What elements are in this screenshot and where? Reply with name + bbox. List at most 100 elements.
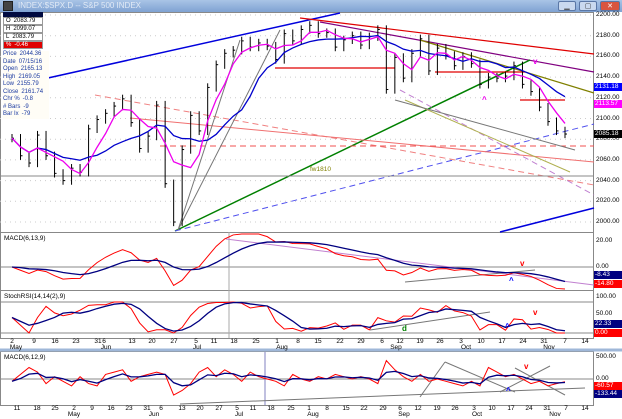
- macd2-value-badge: -60.57: [594, 382, 622, 390]
- x-tick-day: 12: [414, 405, 422, 412]
- macd-buy-marker: ^: [509, 276, 514, 285]
- price-tick: 2060.00: [596, 155, 620, 163]
- macd2-panel-title: MACD(6,12,9): [4, 354, 46, 361]
- x-tick-month: Jun: [148, 411, 160, 418]
- x-tick-day: 22: [336, 338, 344, 345]
- detail-row: Date 07/15/16: [3, 59, 49, 67]
- x-tick-month: Jun: [100, 344, 112, 351]
- x-tick-day: 8: [325, 405, 329, 412]
- x-tick-month: Sep: [398, 411, 410, 418]
- detail-row: Close 2161.74: [3, 89, 49, 97]
- gray-fan-line-2: [177, 29, 281, 231]
- detail-value: 2161.74: [21, 88, 44, 95]
- x-tick-day: 25: [51, 405, 59, 412]
- x-tick-day: 23: [125, 405, 133, 412]
- x-tick-day: 25: [252, 338, 260, 345]
- x-tick-day: 19: [433, 405, 441, 412]
- high-value: 2099.07: [13, 26, 36, 32]
- sell-marker: v: [533, 57, 538, 66]
- stoch-d-badge: 22.33: [594, 320, 622, 328]
- panel-frames: [0, 12, 622, 406]
- ma-short-badge: 2113.57: [594, 100, 622, 108]
- detail-row: Chr % -0.8: [3, 96, 49, 104]
- price-badge: 2085.18: [594, 130, 622, 138]
- macd-support-line: [404, 269, 536, 283]
- pink-dashed-line: [94, 94, 595, 186]
- x-tick-day: 11: [249, 405, 257, 412]
- x-tick-day: 14: [581, 405, 589, 412]
- detail-label: Chr %: [3, 96, 20, 102]
- x-tick-day: 8: [296, 338, 300, 345]
- price-tick: 2200.00: [596, 11, 620, 18]
- stoch-buy-marker: ^: [505, 322, 510, 331]
- macd2-tick: 500.00: [596, 353, 616, 360]
- purple-dashed-line: [399, 89, 595, 196]
- detail-label: Bar Ix: [3, 111, 19, 117]
- detail-value: 07/15/16: [18, 58, 43, 65]
- macd-panel-frame: [0, 232, 594, 291]
- x-tick-month: May: [67, 411, 81, 418]
- macd2-fan-2: [444, 361, 516, 393]
- label: %: [6, 42, 12, 48]
- detail-row: Open 2165.13: [3, 66, 49, 74]
- detail-label: Low: [3, 81, 15, 87]
- x-tick-day: 11: [13, 405, 21, 412]
- x-tick-month: Nov: [549, 411, 561, 418]
- change-pct-value: -0.46: [14, 42, 29, 48]
- macd-tick: 20.00: [596, 237, 613, 244]
- detail-label: # Bars: [3, 103, 21, 110]
- x-tick-day: 13: [128, 338, 136, 345]
- x-tick-day: 16: [107, 405, 115, 412]
- x-tick-day: 9: [32, 338, 36, 345]
- x-tick-day: 15: [314, 338, 322, 345]
- x-tick-day: 13: [178, 405, 186, 412]
- stochrsi-panel-frame: [0, 290, 594, 339]
- x-tick-day: 14: [581, 338, 589, 345]
- x-tick-day: 15: [342, 405, 350, 412]
- detail-value: -0.8: [22, 96, 34, 102]
- x-tick-day: 27: [170, 338, 178, 345]
- macd-value-badge: -14.80: [594, 280, 622, 288]
- x-tick-day: 18: [230, 338, 238, 345]
- x-tick-day: 9: [90, 405, 94, 412]
- macd-sell-marker: v: [520, 259, 525, 268]
- detail-row: Bar Ix -79: [3, 111, 49, 119]
- x-tick-month: Aug: [307, 411, 319, 418]
- label: L: [6, 34, 10, 40]
- blue-lower-line: [499, 207, 595, 233]
- low-value-row: L 2083.79: [3, 33, 43, 41]
- detail-value: -79: [21, 111, 31, 117]
- x-tick-day: 19: [416, 338, 424, 345]
- x-tick-day: 29: [379, 405, 387, 412]
- stoch-tick: 50.00: [596, 310, 613, 317]
- high-value-row: H 2099.07: [3, 25, 43, 33]
- stoch-d-line: [11, 301, 566, 332]
- x-tick-month: Nov: [543, 344, 555, 351]
- trendlines: [0, 12, 595, 405]
- price-tick: 2100.00: [596, 114, 620, 122]
- price-tick: 2180.00: [596, 31, 620, 39]
- stochrsi-panel-title: StochRSI(14,14(2),9): [4, 293, 66, 300]
- macd2-tick: 0.00: [596, 375, 609, 382]
- x-tick-day: 22: [360, 405, 368, 412]
- x-tick-day: 17: [507, 405, 515, 412]
- macd2-support-line: [179, 387, 586, 405]
- detail-row: Price 2044.36: [3, 51, 49, 59]
- stoch-tick: 100.00: [596, 293, 616, 300]
- detail-row: Low 2155.79: [3, 81, 49, 89]
- chart-canvas[interactable]: [0, 0, 622, 419]
- blue-dashed-line: [174, 123, 595, 232]
- x-tick-month: Jul: [234, 411, 244, 418]
- x-tick-day: 10: [477, 338, 485, 345]
- x-tick-day: 29: [357, 338, 365, 345]
- x-tick-day: 10: [488, 405, 496, 412]
- macd2-signal-badge: -133.44: [594, 390, 622, 398]
- x-tick-month: May: [9, 344, 23, 351]
- detail-value: 2044.36: [19, 51, 42, 57]
- x-tick-day: 18: [267, 405, 275, 412]
- x-tick-day: 27: [215, 405, 223, 412]
- open-value-row: O 2083.79: [3, 17, 43, 25]
- x-tick-day: 7: [563, 338, 567, 345]
- price-tick: 2160.00: [596, 52, 620, 60]
- detail-value: -9: [23, 103, 29, 110]
